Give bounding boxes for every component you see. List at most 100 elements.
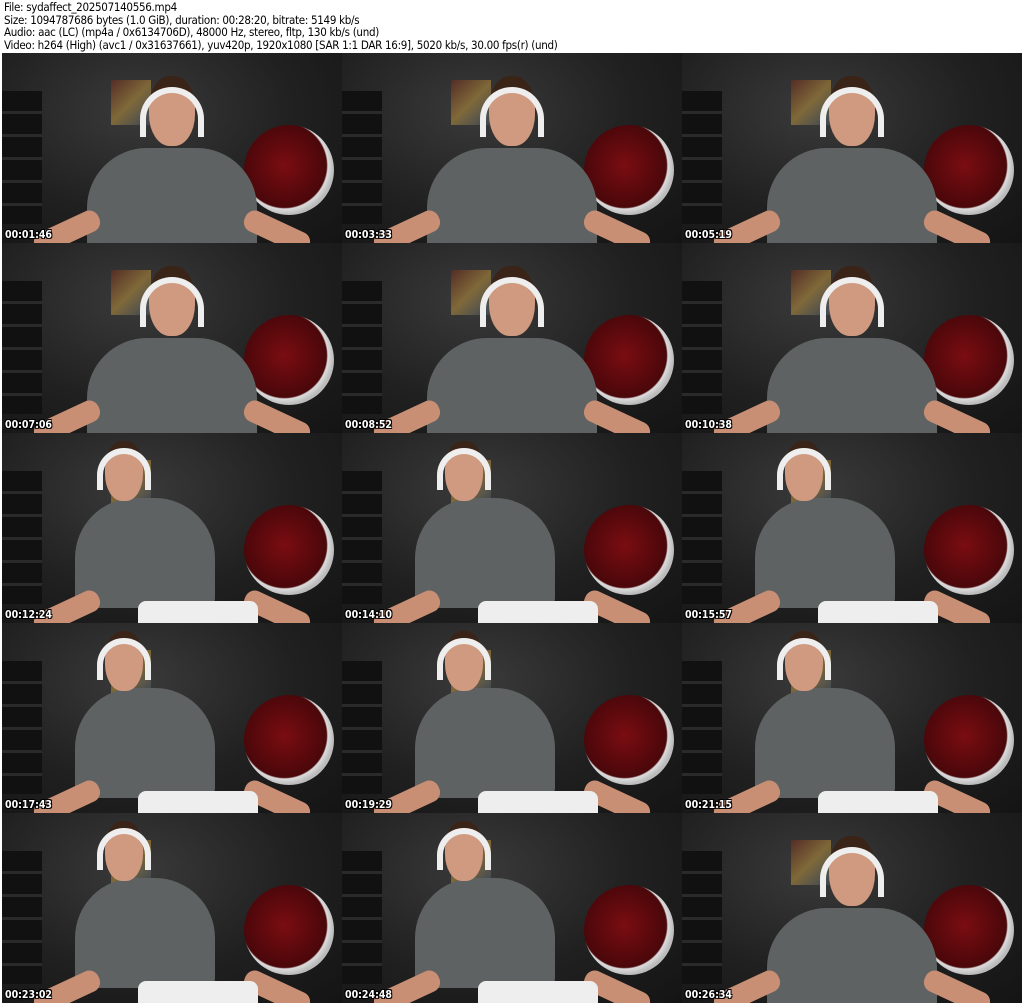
timestamp: 00:21:15 xyxy=(685,799,732,811)
white-shorts xyxy=(818,791,938,813)
person-torso xyxy=(767,148,937,243)
white-shorts xyxy=(478,791,598,813)
shelf xyxy=(342,851,382,984)
red-egg-chair xyxy=(244,885,334,976)
video-thumbnail: 00:21:15 xyxy=(682,623,1022,813)
red-egg-chair xyxy=(924,315,1014,406)
person-torso xyxy=(427,148,597,243)
white-shorts xyxy=(138,601,258,623)
person-torso xyxy=(414,498,555,608)
video-thumbnail: 00:08:52 xyxy=(342,243,682,433)
white-shorts xyxy=(138,981,258,1003)
white-shorts xyxy=(478,981,598,1003)
timestamp: 00:12:24 xyxy=(5,609,52,621)
shelf xyxy=(2,281,42,414)
red-egg-chair xyxy=(244,505,334,596)
white-shorts xyxy=(138,791,258,813)
person-torso xyxy=(427,338,597,433)
shelf xyxy=(682,91,722,224)
headphones-icon xyxy=(97,638,152,681)
shelf xyxy=(342,281,382,414)
headphones-icon xyxy=(437,828,492,871)
headphones-icon xyxy=(480,87,544,138)
person-torso xyxy=(754,498,895,608)
video-thumbnail: 00:24:48 xyxy=(342,813,682,1003)
shelf xyxy=(2,661,42,794)
file-info-header: File: sydaffect_202507140556.mp4 Size: 1… xyxy=(4,1,558,51)
timestamp: 00:05:19 xyxy=(685,229,732,241)
headphones-icon xyxy=(140,277,204,328)
video-thumbnail: 00:26:34 xyxy=(682,813,1022,1003)
timestamp: 00:17:43 xyxy=(5,799,52,811)
shelf xyxy=(2,91,42,224)
shelf xyxy=(342,661,382,794)
red-egg-chair xyxy=(244,315,334,406)
person-torso xyxy=(414,878,555,988)
video-thumbnail: 00:03:33 xyxy=(342,53,682,243)
timestamp: 00:14:10 xyxy=(345,609,392,621)
red-egg-chair xyxy=(244,125,334,216)
timestamp: 00:24:48 xyxy=(345,989,392,1001)
person-torso xyxy=(754,688,895,798)
timestamp: 00:07:06 xyxy=(5,419,52,431)
timestamp: 00:15:57 xyxy=(685,609,732,621)
red-egg-chair xyxy=(924,885,1014,976)
person-torso xyxy=(74,498,215,608)
headphones-icon xyxy=(820,87,884,138)
shelf xyxy=(342,91,382,224)
person-torso xyxy=(414,688,555,798)
shelf xyxy=(682,281,722,414)
shelf xyxy=(2,471,42,604)
timestamp: 00:19:29 xyxy=(345,799,392,811)
red-egg-chair xyxy=(584,885,674,976)
headphones-icon xyxy=(820,277,884,328)
red-egg-chair xyxy=(584,125,674,216)
video-thumbnail: 00:23:02 xyxy=(2,813,342,1003)
video-thumbnail: 00:14:10 xyxy=(342,433,682,623)
video-thumbnail: 00:19:29 xyxy=(342,623,682,813)
red-egg-chair xyxy=(584,315,674,406)
video-info: Video: h264 (High) (avc1 / 0x31637661), … xyxy=(4,37,558,52)
thumbnail-grid: 00:01:46 00:03:33 00:05:19 00:07:06 00:08:52… xyxy=(2,53,1022,1003)
headphones-icon xyxy=(437,638,492,681)
audio-info: Audio: aac (LC) (mp4a / 0x6134706D), 480… xyxy=(4,25,379,39)
shelf xyxy=(342,471,382,604)
file-name: File: sydaffect_202507140556.mp4 xyxy=(4,0,177,14)
timestamp: 00:03:33 xyxy=(345,229,392,241)
red-egg-chair xyxy=(924,695,1014,786)
red-egg-chair xyxy=(244,695,334,786)
video-thumbnail: 00:05:19 xyxy=(682,53,1022,243)
shelf xyxy=(682,471,722,604)
timestamp: 00:26:34 xyxy=(685,989,732,1001)
person-torso xyxy=(767,338,937,433)
red-egg-chair xyxy=(584,505,674,596)
video-thumbnail: 00:01:46 xyxy=(2,53,342,243)
video-thumbnail: 00:07:06 xyxy=(2,243,342,433)
shelf xyxy=(2,851,42,984)
person-torso xyxy=(74,878,215,988)
person-torso xyxy=(767,908,937,1003)
timestamp: 00:23:02 xyxy=(5,989,52,1001)
video-thumbnail: 00:17:43 xyxy=(2,623,342,813)
red-egg-chair xyxy=(924,125,1014,216)
headphones-icon xyxy=(140,87,204,138)
video-thumbnail: 00:12:24 xyxy=(2,433,342,623)
headphones-icon xyxy=(820,847,884,898)
video-thumbnail: 00:10:38 xyxy=(682,243,1022,433)
headphones-icon xyxy=(777,638,832,681)
shelf xyxy=(682,661,722,794)
headphones-icon xyxy=(480,277,544,328)
headphones-icon xyxy=(437,448,492,491)
shelf xyxy=(682,851,722,984)
headphones-icon xyxy=(777,448,832,491)
timestamp: 00:01:46 xyxy=(5,229,52,241)
headphones-icon xyxy=(97,448,152,491)
red-egg-chair xyxy=(584,695,674,786)
white-shorts xyxy=(818,601,938,623)
red-egg-chair xyxy=(924,505,1014,596)
white-shorts xyxy=(478,601,598,623)
timestamp: 00:10:38 xyxy=(685,419,732,431)
headphones-icon xyxy=(97,828,152,871)
video-thumbnail: 00:15:57 xyxy=(682,433,1022,623)
person-torso xyxy=(87,148,257,243)
